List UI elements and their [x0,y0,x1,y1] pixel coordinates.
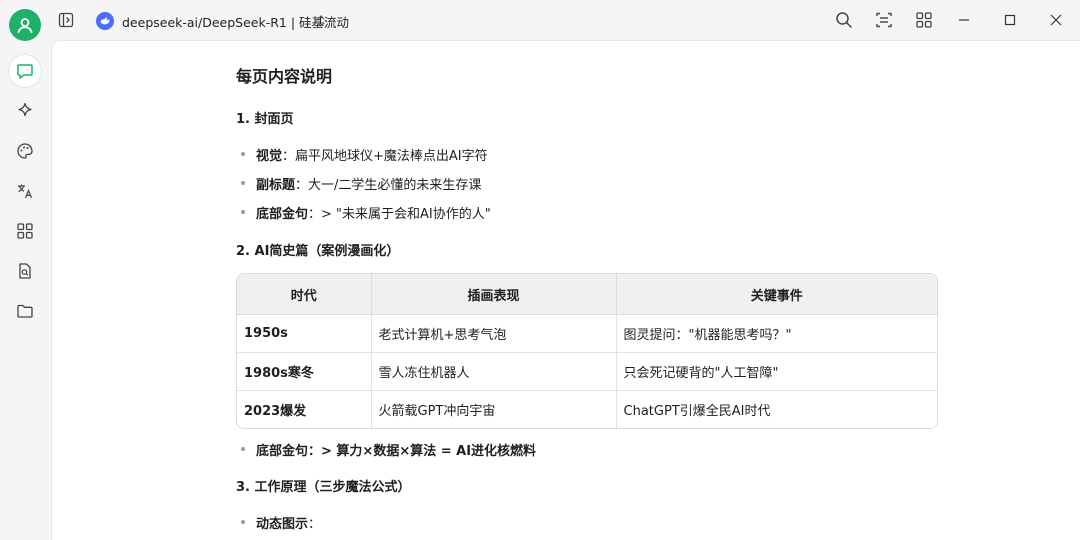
screenshot-button[interactable] [872,8,896,32]
list-item: 副标题：大一/二学生必懂的未来生存课 [240,174,481,193]
search-icon [836,12,852,28]
section-heading: 2. AI简史篇（案例漫画化） [236,244,400,259]
table-row: 1950s 老式计算机+思考气泡 图灵提问："机器能思考吗？" [237,314,937,353]
list-item: 动态图示： [240,513,321,532]
list-item: 底部金句：> 算力×数据×算法 = AI进化核燃料 [240,440,536,459]
history-table: 时代 插画表现 关键事件 1950s 老式计算机+思考气泡 图灵提问："机器能思… [236,273,938,429]
apps-grid-icon [17,223,33,239]
search-button[interactable] [832,8,856,32]
section-heading: 3. 工作原理（三步魔法公式） [236,480,411,495]
title-bar: deepseek-ai/DeepSeek-R1 | 硅基流动 [0,0,1080,41]
close-icon [1050,14,1062,26]
table-cell: 图灵提问："机器能思考吗？" [616,314,937,353]
table-row: 1980s寒冬 雪人冻住机器人 只会死记硬背的"人工智障" [237,352,937,391]
folder-icon [17,304,33,318]
rail-translate-button[interactable] [9,175,41,207]
table-cell: ChatGPT引爆全民AI时代 [623,404,771,419]
rail-palette-button[interactable] [9,135,41,167]
rail-chat-button[interactable] [9,55,41,87]
list-item: 底部金句：> "未来属于会和AI协作的人" [241,203,491,222]
document-search-icon [19,263,31,279]
chat-panel: 每页内容说明 1. 封面页 视觉：扁平风地球仪+魔法棒点出AI字符 副标题：大一… [51,40,1080,540]
chat-icon [17,64,33,79]
rail-document-button[interactable] [9,255,41,287]
table-header-row: 时代 插画表现 关键事件 [237,274,937,315]
scan-icon [876,12,892,28]
table-cell: 1950s [237,314,372,353]
toggle-sidebar-button[interactable] [54,8,78,32]
table-cell: 2023爆发 [237,390,372,428]
maximize-icon [1004,14,1016,26]
sidebar-toggle-icon [58,12,74,28]
user-avatar[interactable] [9,9,41,41]
close-button[interactable] [1044,8,1068,32]
rail-folder-button[interactable] [9,295,41,327]
table-row: 2023爆发 火箭载GPT冲向宇宙 ChatGPT引爆全民AI时代 [237,390,937,428]
table-cell: 老式计算机+思考气泡 [371,314,617,353]
user-icon [17,18,33,33]
list-item: 视觉：扁平风地球仪+魔法棒点出AI字符 [241,145,488,164]
minimize-button[interactable] [952,8,976,32]
table-header-cell: 时代 [237,274,372,315]
translate-icon [18,184,33,199]
table-header-cell: 关键事件 [616,274,937,315]
table-cell: 只会死记硬背的"人工智障" [616,352,937,391]
model-logo-icon [96,12,114,30]
doc-title: 每页内容说明 [236,67,333,86]
sparkle-icon [18,102,32,117]
maximize-button[interactable] [998,8,1022,32]
table-cell: 1980s寒冬 [237,352,372,391]
model-selector-chevron-icon[interactable] [316,13,326,32]
table-cell: 雪人冻住机器人 [371,352,617,391]
section-heading: 1. 封面页 [236,112,294,127]
table-cell: 火箭载GPT冲向宇宙 [371,390,617,428]
grid-icon [916,12,932,28]
rail-apps-button[interactable] [9,215,41,247]
rail-sparkle-button[interactable] [9,95,41,127]
model-selector-label[interactable]: deepseek-ai/DeepSeek-R1 | 硅基流动 [122,12,349,31]
apps-button[interactable] [912,8,936,32]
palette-icon [17,143,33,159]
table-header-cell: 插画表现 [371,274,617,315]
minimize-icon [959,19,969,21]
